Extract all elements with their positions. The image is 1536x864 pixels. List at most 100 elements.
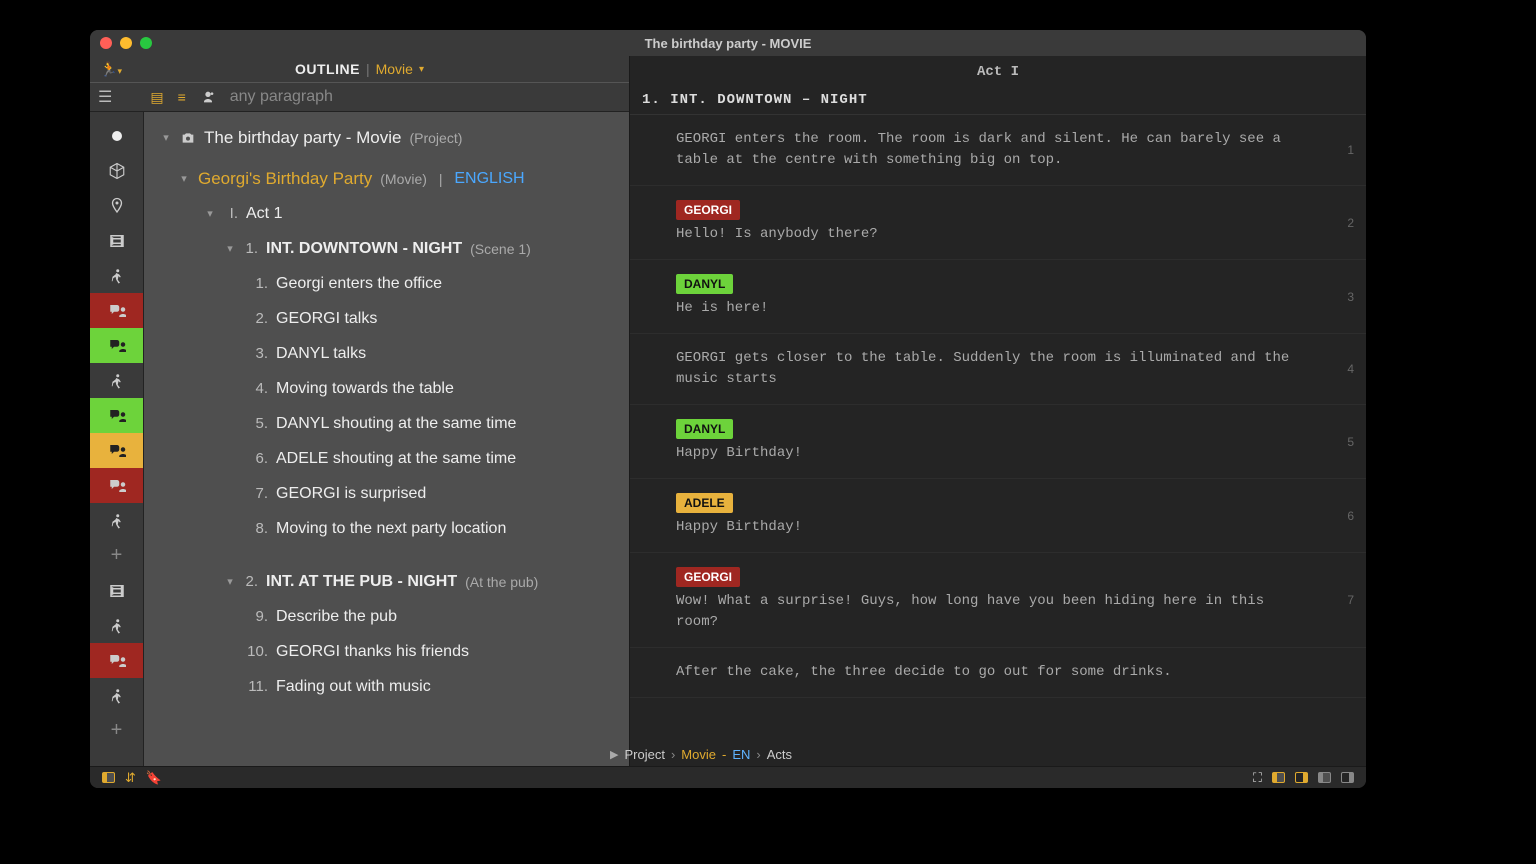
beat-row[interactable]: 8. Moving to the next party location bbox=[144, 511, 621, 546]
gutter-run-icon[interactable] bbox=[90, 363, 143, 398]
paragraph-number: 6 bbox=[1347, 507, 1354, 525]
character-tag: DANYL bbox=[676, 419, 733, 439]
gutter-talk-icon[interactable] bbox=[90, 643, 143, 678]
chevron-down-icon[interactable]: ▾ bbox=[419, 64, 424, 75]
panel-left-icon[interactable] bbox=[102, 772, 115, 783]
beat-number: 4. bbox=[244, 380, 268, 397]
dialogue-block[interactable]: ADELEHappy Birthday!6 bbox=[630, 479, 1366, 553]
beat-row[interactable]: 10.GEORGI thanks his friends bbox=[144, 634, 621, 669]
dialogue-block[interactable]: DANYLHappy Birthday!5 bbox=[630, 405, 1366, 479]
beat-row[interactable]: 11. Fading out with music bbox=[144, 669, 621, 704]
gutter-pin-icon[interactable] bbox=[90, 188, 143, 223]
gutter-run-icon[interactable] bbox=[90, 608, 143, 643]
window-title: The birthday party - MOVIE bbox=[90, 36, 1366, 51]
gutter-plus-icon[interactable]: + bbox=[90, 713, 143, 748]
script-body[interactable]: GEORGI enters the room. The room is dark… bbox=[630, 115, 1366, 766]
beat-row[interactable]: 5.DANYL shouting at the same time bbox=[144, 406, 621, 441]
project-row[interactable]: ▾ The birthday party - Movie (Project) bbox=[144, 120, 621, 155]
chevron-down-icon[interactable]: ▾ bbox=[160, 131, 172, 144]
dialogue-block[interactable]: DANYLHe is here!3 bbox=[630, 260, 1366, 334]
scene-row-1[interactable]: ▾ 1. INT. DOWNTOWN - NIGHT (Scene 1) bbox=[144, 231, 621, 266]
chevron-down-icon[interactable]: ▾ bbox=[224, 575, 236, 588]
block-text: GEORGI enters the room. The room is dark… bbox=[676, 131, 1281, 168]
outline-mode[interactable]: Movie bbox=[376, 61, 413, 77]
block-text: Wow! What a surprise! Guys, how long hav… bbox=[676, 593, 1264, 630]
beat-row[interactable]: 1.Georgi enters the office bbox=[144, 266, 621, 301]
search-input[interactable] bbox=[230, 88, 621, 106]
project-title: The birthday party - Movie bbox=[204, 128, 401, 148]
beat-row[interactable]: 3.DANYL talks bbox=[144, 336, 621, 371]
beat-row[interactable]: 4.Moving towards the table bbox=[144, 371, 621, 406]
breadcrumb-acts[interactable]: Acts bbox=[767, 747, 792, 762]
chevron-down-icon[interactable]: ▾ bbox=[204, 207, 216, 220]
block-text: Hello! Is anybody there? bbox=[676, 226, 878, 242]
outline-label: OUTLINE bbox=[295, 61, 360, 77]
layout-left-gray-icon[interactable] bbox=[1318, 772, 1331, 783]
fullscreen-icon[interactable]: ⛶ bbox=[1253, 770, 1262, 786]
act-heading: Act I bbox=[630, 56, 1366, 86]
play-icon[interactable]: ▶ bbox=[610, 748, 618, 761]
layout-left-icon[interactable] bbox=[1272, 772, 1285, 783]
action-block[interactable]: GEORGI gets closer to the table. Suddenl… bbox=[630, 334, 1366, 405]
breadcrumb-lang[interactable]: EN bbox=[732, 747, 750, 762]
bookmark-icon[interactable]: 🔖 bbox=[146, 770, 162, 786]
statusbar: ⇵ 🔖 ⛶ bbox=[90, 766, 1366, 788]
dialogue-block[interactable]: GEORGIHello! Is anybody there?2 bbox=[630, 186, 1366, 260]
gutter-cube-icon[interactable] bbox=[90, 153, 143, 188]
breadcrumb-project[interactable]: Project bbox=[624, 747, 664, 762]
gutter-talk-icon[interactable] bbox=[90, 468, 143, 503]
page-icon[interactable]: ▤ bbox=[150, 89, 163, 106]
gutter-plus-icon[interactable]: + bbox=[90, 538, 143, 573]
paragraph-number: 4 bbox=[1347, 360, 1354, 378]
menu-icon[interactable]: ☰ bbox=[98, 87, 112, 107]
paragraph-number: 1 bbox=[1347, 141, 1354, 159]
beat-row[interactable]: 2.GEORGI talks bbox=[144, 301, 621, 336]
beat-number: 2. bbox=[244, 310, 268, 327]
running-icon[interactable]: 🏃▾ bbox=[100, 61, 122, 78]
movie-title: Georgi's Birthday Party bbox=[198, 169, 372, 189]
movie-row[interactable]: ▾ Georgi's Birthday Party (Movie) | ENGL… bbox=[144, 161, 621, 196]
gutter-talk-icon[interactable] bbox=[90, 328, 143, 363]
beat-row[interactable]: 6.ADELE shouting at the same time bbox=[144, 441, 621, 476]
breadcrumb-movie[interactable]: Movie bbox=[681, 747, 716, 762]
action-block[interactable]: After the cake, the three decide to go o… bbox=[630, 648, 1366, 698]
layout-right-icon[interactable] bbox=[1295, 772, 1308, 783]
gutter-talk-icon[interactable] bbox=[90, 398, 143, 433]
act-row[interactable]: ▾ I. Act 1 bbox=[144, 196, 621, 231]
beat-number: 3. bbox=[244, 345, 268, 362]
camera-icon bbox=[180, 130, 196, 146]
tree-icon[interactable]: ⇵ bbox=[125, 770, 136, 786]
lines-icon[interactable]: ≡ bbox=[178, 89, 186, 105]
scene-row-2[interactable]: ▾ 2. INT. AT THE PUB - NIGHT (At the pub… bbox=[144, 564, 621, 599]
gutter-circle-icon[interactable] bbox=[90, 118, 143, 153]
beat-row[interactable]: 7.GEORGI is surprised bbox=[144, 476, 621, 511]
gutter-film-icon[interactable] bbox=[90, 223, 143, 258]
layout-right-gray-icon[interactable] bbox=[1341, 772, 1354, 783]
character-tag: DANYL bbox=[676, 274, 733, 294]
block-text: After the cake, the three decide to go o… bbox=[676, 664, 1172, 680]
gutter-run-icon[interactable] bbox=[90, 678, 143, 713]
gutter-run-icon[interactable] bbox=[90, 258, 143, 293]
movie-language[interactable]: ENGLISH bbox=[454, 170, 524, 188]
dialogue-block[interactable]: GEORGIWow! What a surprise! Guys, how lo… bbox=[630, 553, 1366, 648]
gutter-film-icon[interactable] bbox=[90, 573, 143, 608]
beat-text: Moving to the next party location bbox=[276, 520, 506, 538]
character-tag: GEORGI bbox=[676, 200, 740, 220]
act-roman: I. bbox=[224, 205, 238, 222]
gutter-run-icon[interactable] bbox=[90, 503, 143, 538]
chevron-down-icon[interactable]: ▾ bbox=[224, 242, 236, 255]
gutter-talk-icon[interactable] bbox=[90, 433, 143, 468]
beat-number: 11. bbox=[244, 678, 268, 695]
chevron-down-icon[interactable]: ▾ bbox=[178, 172, 190, 185]
scene-heading-display: 1. INT. DOWNTOWN – NIGHT bbox=[630, 86, 1366, 115]
gutter-talk-icon[interactable] bbox=[90, 293, 143, 328]
people-icon[interactable] bbox=[200, 89, 216, 105]
titlebar: The birthday party - MOVIE bbox=[90, 30, 1366, 56]
block-text: He is here! bbox=[676, 300, 768, 316]
script-panel: Act I 1. INT. DOWNTOWN – NIGHT GEORGI en… bbox=[630, 56, 1366, 766]
beat-text: Fading out with music bbox=[276, 678, 431, 696]
beat-number: 8. bbox=[244, 520, 268, 537]
action-block[interactable]: GEORGI enters the room. The room is dark… bbox=[630, 115, 1366, 186]
beat-number: 1. bbox=[244, 275, 268, 292]
beat-row[interactable]: 9.Describe the pub bbox=[144, 599, 621, 634]
